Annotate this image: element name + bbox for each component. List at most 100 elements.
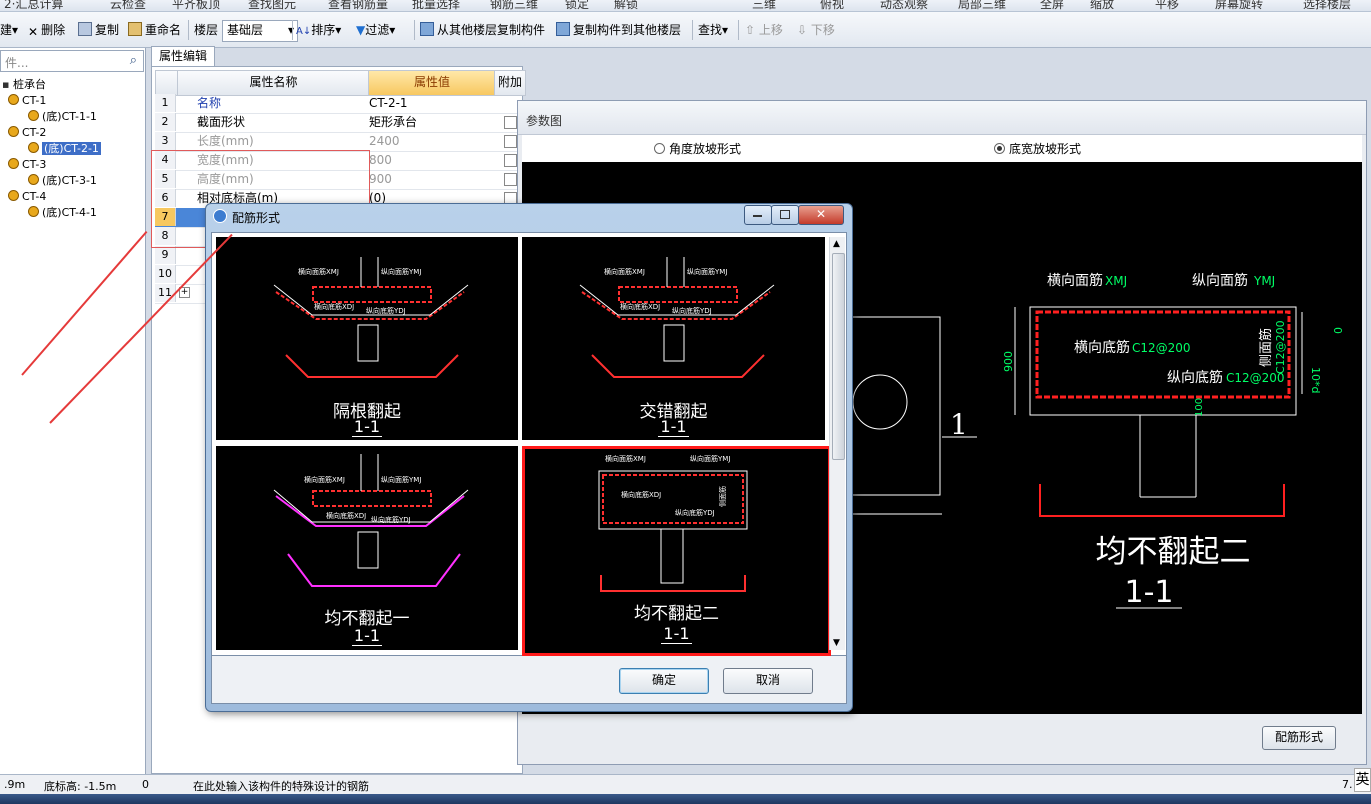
tree-item-ct1[interactable]: CT-1 (8, 94, 46, 108)
move-down-button[interactable]: ⇩ 下移 (797, 21, 835, 39)
prop-row[interactable]: 1 名称 CT-2-1 (155, 94, 523, 114)
floor-select[interactable]: 基础层 ▾ (222, 20, 298, 42)
separator (188, 20, 189, 40)
tree-item-ct2[interactable]: CT-2 (8, 126, 46, 140)
menu-rotate[interactable]: 屏幕旋转 (1215, 0, 1263, 11)
copy-from-floor-button[interactable]: 从其他楼层复制构件 (420, 21, 545, 39)
svg-text:横向面筋XMJ: 横向面筋XMJ (304, 475, 345, 484)
gear-icon (28, 110, 39, 121)
gear-icon (28, 206, 39, 217)
tab-property-edit[interactable]: 属性编辑 (151, 46, 215, 66)
tree-root[interactable]: ▪ 桩承台 (2, 78, 46, 92)
menu-lock[interactable]: 锁定 (565, 0, 589, 11)
header-value[interactable]: 属性值 (368, 70, 496, 96)
option-section: 1-1 (351, 626, 383, 646)
menu-3d-rebar[interactable]: 钢筋三维 (490, 0, 538, 11)
checkbox[interactable] (504, 173, 517, 186)
minimize-button[interactable] (744, 205, 772, 225)
floor-label: 楼层 (194, 23, 219, 37)
option-staggered-bent[interactable]: 横向面筋XMJ 纵向面筋YMJ 横向底筋XDJ 纵向底筋YDJ 交错翻起 1-1 (522, 237, 825, 440)
sort-button[interactable]: A↓排序▾ (296, 21, 341, 39)
search-field[interactable]: 件... ⌕ (0, 50, 144, 72)
ime-indicator[interactable]: 英 (1354, 768, 1371, 792)
tree-item-ct3[interactable]: CT-3 (8, 158, 46, 172)
label-side: 侧面筋 (1258, 328, 1274, 367)
arrow-up-icon: ⇧ (745, 23, 756, 37)
copy-floor-icon (420, 22, 434, 36)
tree-item-ct4[interactable]: CT-4 (8, 190, 46, 204)
maximize-button[interactable] (771, 205, 799, 225)
menu-floor-select[interactable]: 选择楼层 (1303, 0, 1351, 11)
code-side: C12@200 (1274, 320, 1287, 374)
cap-outline (1029, 306, 1297, 416)
prop-row[interactable]: 3 长度(mm) 2400 (155, 132, 523, 152)
new-button[interactable]: 建▾ (0, 21, 18, 39)
search-icon[interactable]: ⌕ (130, 53, 137, 68)
close-button[interactable]: ✕ (798, 205, 844, 225)
checkbox[interactable] (504, 116, 517, 129)
header-extra[interactable]: 附加 (494, 70, 526, 96)
rename-icon (128, 22, 142, 36)
menu-pan[interactable]: 平移 (1155, 0, 1179, 11)
move-up-button[interactable]: ⇧ 上移 (745, 21, 783, 39)
radio-width-slope[interactable]: 底宽放坡形式 (994, 140, 1081, 157)
menu-view-rebar[interactable]: 查看钢筋量 (328, 0, 388, 11)
expand-icon[interactable]: ▪ (2, 78, 9, 91)
tree-item-ct1-1[interactable]: (底)CT-1-1 (28, 110, 97, 124)
dialog-scrollbar[interactable]: ▲ ▼ (829, 237, 845, 650)
menu-calc[interactable]: 2·汇总计算 (4, 0, 63, 11)
cancel-button[interactable]: 取消 (723, 668, 813, 694)
menu-fullscreen[interactable]: 全屏 (1040, 0, 1064, 11)
tree-item-ct2-1[interactable]: (底)CT-2-1 (28, 142, 101, 156)
dialog-title: 配筋形式 (232, 211, 281, 225)
menu-3d[interactable]: 三维 (752, 0, 776, 11)
radio-angle-slope[interactable]: 角度放坡形式 (654, 140, 741, 157)
option-no-bent-1[interactable]: 横向面筋XMJ 纵向面筋YMJ 横向底筋XDJ 纵向底筋YDJ 均不翻起一 1-… (216, 446, 518, 650)
menu-flush[interactable]: 平齐板顶 (172, 0, 220, 11)
menu-batch[interactable]: 批量选择 (412, 0, 460, 11)
svg-text:横向底筋XDJ: 横向底筋XDJ (314, 302, 354, 311)
menu-local-3d[interactable]: 局部三维 (958, 0, 1006, 11)
ok-button[interactable]: 确定 (619, 668, 709, 694)
header-name[interactable]: 属性名称 (177, 70, 370, 96)
find-button[interactable]: 查找▾ (698, 21, 728, 39)
arrow-down-icon: ⇩ (797, 23, 808, 37)
delete-button[interactable]: ✕ 删除 (28, 21, 65, 39)
menu-find[interactable]: 查找图元 (248, 0, 296, 11)
option-no-bent-2[interactable]: 横向面筋XMJ 纵向面筋YMJ 横向底筋XDJ 纵向底筋YDJ 侧面筋 均不翻起… (522, 446, 831, 656)
pile-circle (852, 374, 908, 430)
checkbox[interactable] (504, 135, 517, 148)
scroll-down-icon[interactable]: ▼ (833, 638, 840, 648)
label-xmj: 横向面筋 (1047, 272, 1103, 289)
svg-text:横向底筋XDJ: 横向底筋XDJ (326, 511, 366, 520)
tree-item-ct3-1[interactable]: (底)CT-3-1 (28, 174, 97, 188)
svg-text:纵向面筋YMJ: 纵向面筋YMJ (690, 454, 730, 463)
menu-zoom[interactable]: 缩放 (1090, 0, 1114, 11)
param-window-titlebar: 参数图 (518, 101, 1366, 135)
rename-button[interactable]: 重命名 (128, 21, 181, 39)
filter-button[interactable]: ▼过滤▾ (356, 21, 395, 39)
menu-unlock[interactable]: 解锁 (614, 0, 638, 11)
scroll-thumb[interactable] (832, 253, 845, 460)
gear-icon (8, 190, 19, 201)
copy-button[interactable]: 复制 (78, 21, 119, 39)
copy-icon (78, 22, 92, 36)
menu-cloud-check[interactable]: 云检查 (110, 0, 146, 11)
separator (414, 20, 415, 40)
tree-item-ct4-1[interactable]: (底)CT-4-1 (28, 206, 97, 220)
prop-row[interactable]: 2 截面形状 矩形承台 (155, 113, 523, 133)
separator (738, 20, 739, 40)
svg-text:横向面筋XMJ: 横向面筋XMJ (604, 267, 645, 276)
minimize-icon (753, 215, 762, 217)
param-window-title: 参数图 (526, 114, 563, 128)
option-alternate-bent[interactable]: 横向面筋XMJ 纵向面筋YMJ 横向底筋XDJ 纵向底筋YDJ 隔根翻起 1-1 (216, 237, 518, 440)
sort-icon: A↓ (296, 26, 312, 37)
copy-to-floor-button[interactable]: 复制构件到其他楼层 (556, 21, 681, 39)
svg-text:横向面筋XMJ: 横向面筋XMJ (605, 454, 646, 463)
scroll-up-icon[interactable]: ▲ (833, 239, 840, 249)
checkbox[interactable] (504, 154, 517, 167)
menu-top-view[interactable]: 俯视 (820, 0, 844, 11)
rebar-form-button[interactable]: 配筋形式 (1262, 726, 1336, 750)
menu-orbit[interactable]: 动态观察 (880, 0, 928, 11)
status-zero: 0 (142, 778, 149, 791)
